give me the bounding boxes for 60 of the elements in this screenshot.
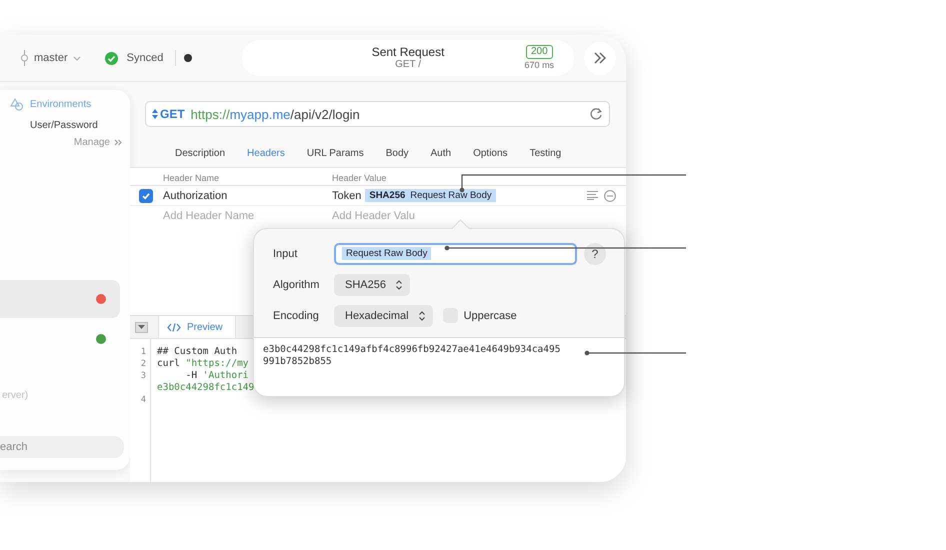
hash-output: e3b0c44298fc1c149afbf4c8996fb92427ae41e4649b934ca495991b7852b855 [263,344,560,368]
triangle-icon [138,325,145,329]
column-header: Header Name [162,173,220,183]
tab[interactable]: Description [164,142,236,164]
line-number: 3 [140,370,147,382]
lines-icon[interactable] [587,191,598,200]
code-line: ## Custom Auth [157,346,238,358]
branch-name[interactable]: master [34,52,68,64]
tab[interactable]: Options [462,142,519,164]
check-circle-icon [104,52,118,64]
up-down-arrows-icon [152,109,158,119]
remove-icon[interactable] [604,190,616,202]
code-line: e3b0c44298fc1c149 [157,382,254,394]
shapes-icon [10,98,24,110]
code-icon [167,322,181,332]
hash-token[interactable]: SHA256 Request Raw Body [365,189,496,202]
column-header: Header Value [332,173,386,183]
url-field[interactable]: GET https://myapp.me/api/v2/login [145,101,610,127]
encoding-label: Encoding [273,310,320,322]
url-text: https://myapp.me/api/v2/login [190,106,361,122]
reload-icon[interactable] [589,107,603,121]
input-label: Input [273,248,298,260]
sidebar-label: erver) [1,390,30,401]
up-down-chevron-icon [396,280,402,290]
request-subtitle: GET / [395,59,422,70]
header-name[interactable]: Authorization [130,190,332,202]
double-chevron-icon [114,139,122,146]
up-down-chevron-icon [418,310,425,320]
environment-name[interactable]: User/Password [0,120,130,131]
line-number: 4 [140,394,147,406]
preview-tab[interactable]: Preview [158,316,236,338]
code-line: curl "https://my [157,358,250,370]
tab[interactable]: Auth [420,142,462,164]
line-number: 1 [140,346,147,358]
double-chevron-icon [593,52,608,64]
status-code-badge: 200 [526,45,553,59]
header-value-text: Token [332,190,362,202]
sync-status: Synced [126,52,164,64]
encoding-select[interactable]: Hexadecimal [334,304,433,326]
algorithm-label: Algorithm [273,278,320,290]
tab[interactable]: Testing [518,142,572,164]
status-dot [184,54,192,62]
branch-icon [20,50,29,66]
checkmark-icon [141,190,151,200]
chevron-icon [72,56,81,60]
http-method[interactable]: GET [160,107,185,121]
tab[interactable]: URL Params [296,142,375,164]
checkbox[interactable] [139,188,153,202]
help-button[interactable]: ? [584,242,606,264]
uppercase-label: Uppercase [464,310,517,322]
dropdown-button[interactable] [135,322,148,332]
request-title: Sent Request [372,45,444,59]
duration: 670 ms [524,60,554,70]
input-field[interactable]: Request Raw Body [334,242,577,264]
algorithm-select[interactable]: SHA256 [334,274,410,296]
input-token[interactable]: Request Raw Body [342,247,432,260]
tab[interactable]: Body [374,142,420,164]
code-line: -H 'Authori [184,370,250,382]
expand-button[interactable] [584,42,616,74]
line-number: 2 [140,358,147,370]
